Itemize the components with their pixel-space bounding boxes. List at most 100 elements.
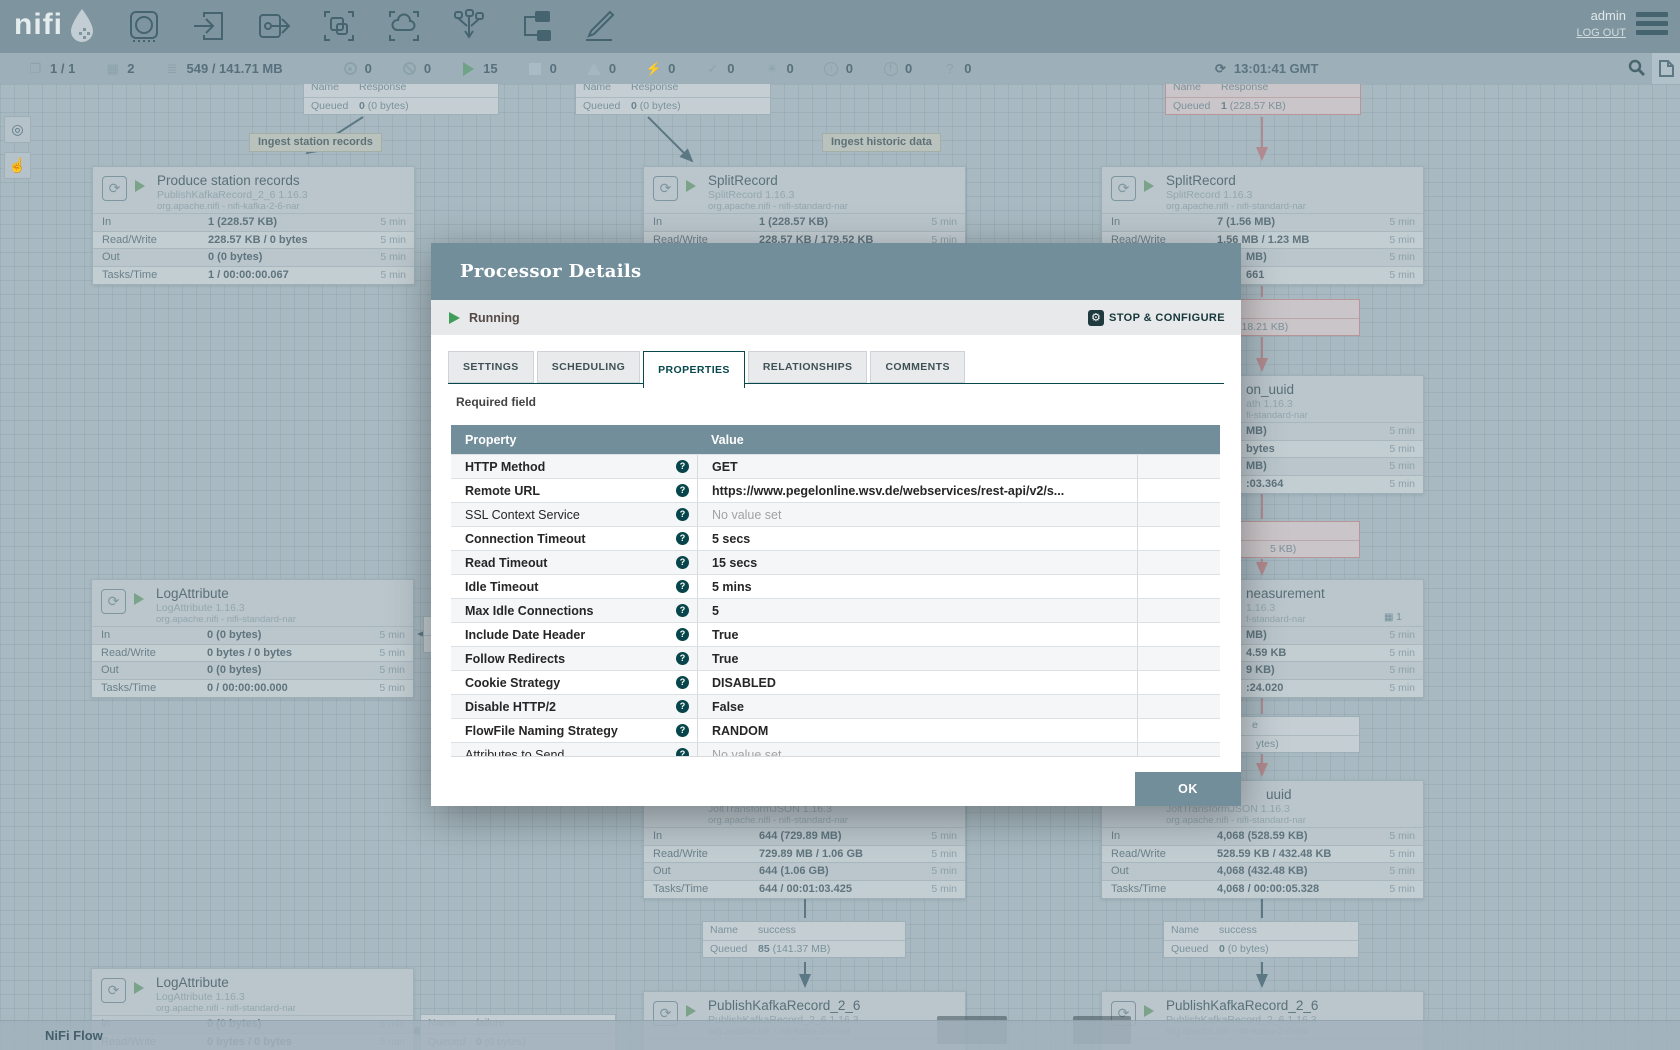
output-port-tool-icon[interactable] — [255, 7, 293, 45]
running-icon — [1144, 1005, 1154, 1017]
running-icon — [1144, 180, 1154, 192]
template-tool-icon[interactable] — [515, 7, 553, 45]
global-menu-icon[interactable] — [1636, 12, 1668, 39]
help-icon[interactable]: ? — [676, 508, 689, 521]
check-icon: ✓ — [705, 61, 720, 76]
help-icon[interactable]: ? — [676, 556, 689, 569]
property-row: Disable HTTP/2? False — [451, 694, 1220, 718]
input-port-tool-icon[interactable] — [190, 7, 228, 45]
tab-settings[interactable]: SETTINGS — [448, 351, 534, 383]
nifi-app: ◎ ☝ Ingest station records Ingest histor… — [0, 0, 1680, 1050]
property-row: Attributes to Send? No value set — [451, 742, 1220, 757]
dialog-tabs: SETTINGS SCHEDULING PROPERTIES RELATIONS… — [448, 351, 968, 388]
help-icon[interactable]: ? — [676, 700, 689, 713]
tab-relationships[interactable]: RELATIONSHIPS — [748, 351, 868, 383]
bolt-slash-icon: ⚡ — [646, 61, 661, 76]
active-threads-badge: ▦ 1 — [1384, 612, 1402, 623]
birdseye-icon: ◎ — [11, 121, 23, 138]
app-header: nifi admin LOG OUT — [0, 0, 1680, 53]
property-row: Remote URL? https://www.pegelonline.wsv.… — [451, 478, 1220, 502]
label-tool-icon[interactable] — [580, 7, 618, 45]
processor-icon: ⟳ — [1111, 176, 1136, 201]
question-icon: ? — [942, 61, 957, 76]
flow-label-ingest-station[interactable]: Ingest station records — [249, 133, 382, 152]
dialog-title: Processor Details — [460, 261, 641, 282]
document-icon — [1659, 60, 1674, 77]
exclamation-circle-icon: ! — [884, 62, 898, 76]
tab-comments[interactable]: COMMENTS — [870, 351, 964, 383]
running-icon — [135, 180, 145, 192]
gear-icon: ⚙ — [1088, 310, 1104, 326]
processor-icon: ⟳ — [102, 176, 127, 201]
property-row: FlowFile Naming Strategy? RANDOM — [451, 718, 1220, 742]
running-icon — [449, 312, 460, 324]
connection-label[interactable]: Namesuccess Queued85 (141.37 MB) — [702, 921, 906, 958]
help-icon[interactable]: ? — [676, 628, 689, 641]
asterisk-icon: ✳ — [765, 61, 780, 76]
properties-table: Property Value HTTP Method? GET Remote U… — [451, 425, 1220, 757]
processor-icon: ⟳ — [101, 978, 126, 1003]
breadcrumb[interactable]: NiFi Flow — [45, 1028, 103, 1043]
dialog-header: Processor Details — [431, 243, 1241, 300]
help-icon[interactable]: ? — [676, 604, 689, 617]
help-icon[interactable]: ? — [676, 652, 689, 665]
locally-modified-count: ✳0 — [765, 61, 794, 76]
navigate-palette-button[interactable]: ◎ — [4, 116, 31, 143]
cubes-icon: ❒ — [28, 61, 43, 76]
help-icon[interactable]: ? — [676, 580, 689, 593]
not-transmitting-icon — [403, 62, 416, 75]
property-row: Idle Timeout? 5 mins — [451, 574, 1220, 598]
processor-details-dialog: Processor Details Running ⚙ STOP & CONFI… — [431, 243, 1241, 806]
property-row: SSL Context Service? No value set — [451, 502, 1220, 526]
stale-count: ↑0 — [824, 61, 853, 76]
help-icon[interactable]: ? — [676, 724, 689, 737]
help-icon[interactable]: ? — [676, 484, 689, 497]
logout-link[interactable]: LOG OUT — [1576, 27, 1626, 39]
sync-failure-count: ?0 — [942, 61, 971, 76]
disabled-count: ⚡0 — [646, 61, 675, 76]
processor-logattribute[interactable]: ⟳ LogAttribute LogAttribute 1.16.3 org.a… — [91, 579, 414, 698]
settings-button[interactable] — [1652, 53, 1680, 84]
nifi-logo: nifi — [14, 8, 95, 42]
help-icon[interactable]: ? — [676, 460, 689, 473]
property-row: Follow Redirects? True — [451, 646, 1220, 670]
hand-icon: ☝ — [9, 157, 26, 174]
last-refresh: ⟳13:01:41 GMT — [1215, 61, 1318, 77]
search-button[interactable] — [1628, 59, 1645, 79]
operate-palette-button[interactable]: ☝ — [4, 152, 31, 179]
running-icon — [686, 1005, 696, 1017]
breadcrumb-bar: NiFi Flow — [0, 1020, 1680, 1050]
column-value: Value — [697, 433, 744, 447]
transmitting-icon — [344, 62, 357, 75]
connection-label[interactable]: Namesuccess Queued0 (0 bytes) — [1163, 921, 1359, 958]
table-header: Property Value — [451, 425, 1220, 454]
process-group-tool-icon[interactable] — [320, 7, 358, 45]
ok-button[interactable]: OK — [1135, 772, 1241, 806]
funnel-tool-icon[interactable] — [450, 7, 488, 45]
tab-scheduling[interactable]: SCHEDULING — [537, 351, 640, 383]
stop-and-configure-button[interactable]: ⚙ STOP & CONFIGURE — [1088, 310, 1225, 326]
status-text: Running — [469, 311, 520, 325]
flow-label-ingest-historic[interactable]: Ingest historic data — [822, 133, 941, 152]
threads-grid-icon: ▦ — [105, 61, 120, 76]
help-icon[interactable]: ? — [676, 532, 689, 545]
processor-icon: ⟳ — [653, 176, 678, 201]
processor-tool-icon[interactable] — [125, 7, 163, 45]
drop-icon — [69, 8, 95, 42]
component-toolbar — [125, 7, 618, 45]
invalid-count: 0 — [587, 61, 616, 76]
processor-produce-station-records[interactable]: ⟳ Produce station records PublishKafkaRe… — [92, 166, 415, 285]
property-row: Read Timeout? 15 secs — [451, 550, 1220, 574]
property-row: Connection Timeout? 5 secs — [451, 526, 1220, 550]
help-icon[interactable]: ? — [676, 676, 689, 689]
stop-icon — [529, 63, 541, 75]
tab-properties[interactable]: PROPERTIES — [643, 351, 745, 388]
processor-icon: ⟳ — [101, 589, 126, 614]
refresh-icon[interactable]: ⟳ — [1215, 61, 1226, 77]
remote-process-group-tool-icon[interactable] — [385, 7, 423, 45]
running-icon — [134, 593, 144, 605]
cluster-status: ❒1 / 1 — [28, 61, 75, 76]
help-icon[interactable]: ? — [676, 748, 689, 757]
running-icon — [134, 982, 144, 994]
active-threads: ▦2 — [105, 61, 134, 76]
